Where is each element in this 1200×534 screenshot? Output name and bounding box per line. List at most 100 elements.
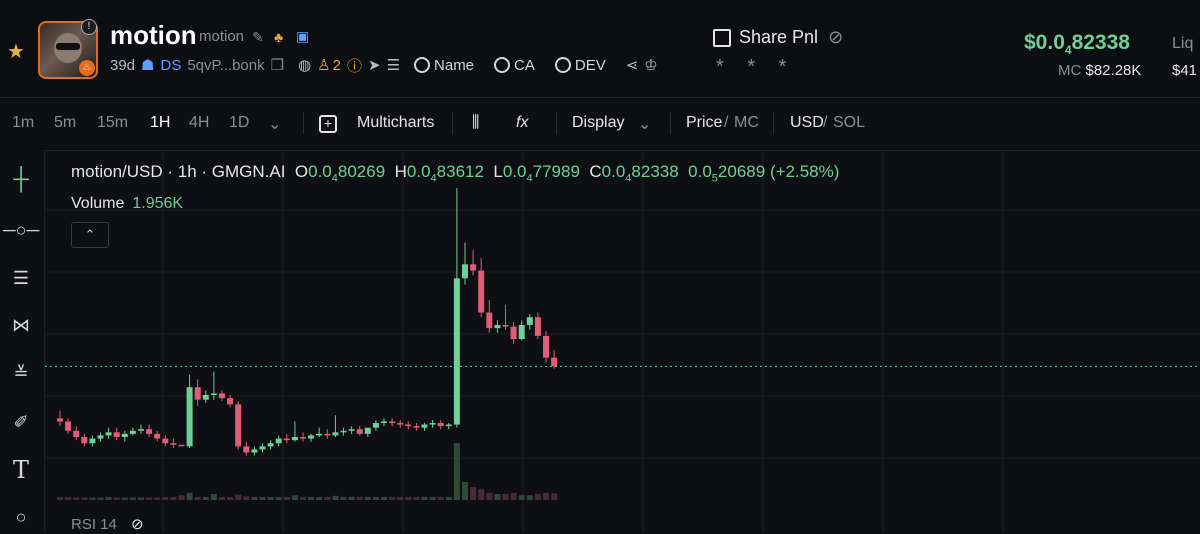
volume-bar bbox=[243, 496, 250, 500]
volume-bar bbox=[227, 497, 234, 500]
volume-label: Volume bbox=[71, 195, 125, 212]
sol-toggle[interactable]: SOL bbox=[833, 114, 865, 132]
share-pnl-button[interactable]: Share Pnl ⊘ bbox=[713, 27, 843, 48]
interval-1m[interactable]: 1m bbox=[12, 114, 34, 132]
masked-value: * * * bbox=[716, 56, 796, 78]
volume-bar bbox=[534, 494, 541, 500]
candle-body bbox=[381, 421, 387, 423]
crosshair-icon[interactable]: ┼ bbox=[4, 162, 38, 196]
add-chart-icon[interactable]: + bbox=[319, 115, 337, 133]
interval-5m[interactable]: 5m bbox=[54, 114, 76, 132]
volume-bar bbox=[445, 497, 452, 500]
volume-bar bbox=[324, 497, 331, 500]
price-prefix: $0.0 bbox=[1024, 31, 1065, 54]
candle-body bbox=[73, 430, 80, 437]
candle-body bbox=[57, 418, 63, 422]
usd-toggle[interactable]: USD bbox=[790, 114, 824, 132]
mc-toggle[interactable]: MC bbox=[734, 114, 759, 132]
volume-bar bbox=[194, 497, 201, 500]
brush-icon[interactable]: ✐ bbox=[4, 405, 38, 439]
volume-bar bbox=[251, 497, 258, 500]
chevron-down-icon[interactable]: ⌄ bbox=[268, 114, 281, 134]
search-dev-button[interactable]: DEV bbox=[554, 56, 612, 74]
volume-bar bbox=[267, 497, 274, 500]
candle-body bbox=[227, 398, 234, 405]
pair-title: motion/USD · 1h · GMGN.AI bbox=[71, 162, 286, 181]
candle-body bbox=[510, 326, 517, 339]
volume-bar bbox=[429, 497, 436, 500]
search-name-label: Name bbox=[434, 56, 475, 74]
candle-body bbox=[534, 317, 541, 336]
projection-icon[interactable]: ≚ bbox=[4, 356, 38, 390]
volume-bar bbox=[283, 497, 290, 500]
liquidity-label: Liq bbox=[1172, 35, 1194, 52]
globe-icon[interactable]: ◍ bbox=[298, 56, 311, 74]
favorite-star-icon[interactable]: ★ bbox=[7, 39, 25, 64]
holders-count: 2 bbox=[332, 56, 341, 74]
copy-icon[interactable]: ❐ bbox=[271, 56, 284, 74]
eye-off-icon[interactable]: ⊘ bbox=[131, 516, 144, 533]
list-icon[interactable]: ☰ bbox=[387, 56, 400, 74]
search-dev-label: DEV bbox=[574, 56, 606, 74]
chat-icon[interactable]: ▣ bbox=[296, 28, 309, 45]
price-toggle[interactable]: Price bbox=[686, 114, 722, 132]
trendline-icon[interactable]: ─○─ bbox=[3, 213, 39, 247]
candle-body bbox=[413, 426, 420, 428]
candle-body bbox=[429, 423, 436, 425]
search-name-button[interactable]: Name bbox=[414, 57, 480, 74]
info-icon[interactable]: ! bbox=[81, 19, 97, 35]
volume-bar bbox=[518, 495, 525, 500]
telegram-icon[interactable]: ➤ bbox=[368, 56, 381, 74]
eye-off-icon[interactable]: ⊘ bbox=[828, 27, 843, 48]
volume-bar bbox=[437, 497, 444, 500]
volume-bar bbox=[154, 497, 161, 500]
indicators-icon[interactable]: fx bbox=[516, 114, 528, 132]
candles-icon[interactable]: ⫼ bbox=[472, 114, 479, 132]
candle-body bbox=[445, 424, 452, 427]
price-zeros: 4 bbox=[1064, 43, 1072, 58]
volume-bar bbox=[162, 497, 169, 500]
chart-legend: motion/USD · 1h · GMGN.AI O0.0480269 H0.… bbox=[71, 162, 839, 184]
collapse-legend-button[interactable]: ⌃ bbox=[71, 222, 109, 248]
volume-bar bbox=[348, 497, 355, 500]
volume-legend: Volume 1.956K bbox=[71, 195, 183, 213]
interval-1h[interactable]: 1H bbox=[150, 114, 170, 132]
pattern-icon[interactable]: ⋈ bbox=[4, 308, 38, 342]
volume-bar bbox=[364, 497, 371, 500]
price-chart[interactable] bbox=[45, 150, 1200, 532]
multicharts-button[interactable]: Multicharts bbox=[357, 114, 434, 132]
warning-icon[interactable]: ⓘ bbox=[347, 55, 362, 76]
volume-bar bbox=[510, 492, 517, 500]
chevron-down-icon[interactable]: ⌄ bbox=[638, 114, 651, 134]
share-icon[interactable]: ⋖ bbox=[626, 56, 639, 74]
rsi-label: RSI 14 bbox=[71, 516, 117, 533]
interval-4h[interactable]: 4H bbox=[189, 114, 209, 132]
candle-body bbox=[340, 430, 347, 433]
candle-body bbox=[162, 438, 169, 444]
open-value: 0.0480269 bbox=[308, 162, 386, 185]
candle-body bbox=[372, 423, 379, 428]
crown-icon[interactable]: ♔ bbox=[644, 56, 657, 74]
divider bbox=[773, 112, 774, 134]
volume-bar bbox=[259, 497, 266, 500]
candle-body bbox=[283, 438, 290, 441]
interval-1d[interactable]: 1D bbox=[229, 114, 249, 132]
low-label: L bbox=[493, 162, 503, 181]
edit-icon[interactable]: ✎ bbox=[252, 29, 264, 46]
candle-body bbox=[89, 438, 96, 444]
flame-icon: ♨ bbox=[79, 60, 95, 76]
divider bbox=[452, 112, 453, 134]
search-ca-button[interactable]: CA bbox=[494, 57, 541, 74]
volume-bar bbox=[372, 497, 379, 500]
candle-body bbox=[154, 433, 161, 439]
text-tool-icon[interactable]: T bbox=[4, 453, 38, 487]
candle-body bbox=[543, 335, 549, 358]
fib-lines-icon[interactable]: ☰ bbox=[4, 261, 38, 295]
interval-15m[interactable]: 15m bbox=[97, 114, 128, 132]
candle-body bbox=[210, 393, 217, 395]
ruler-icon[interactable]: ○ bbox=[4, 500, 38, 534]
volume-bar bbox=[97, 497, 104, 500]
display-dropdown[interactable]: Display bbox=[572, 114, 624, 132]
volume-bar bbox=[494, 494, 501, 500]
candle-body bbox=[267, 443, 274, 447]
